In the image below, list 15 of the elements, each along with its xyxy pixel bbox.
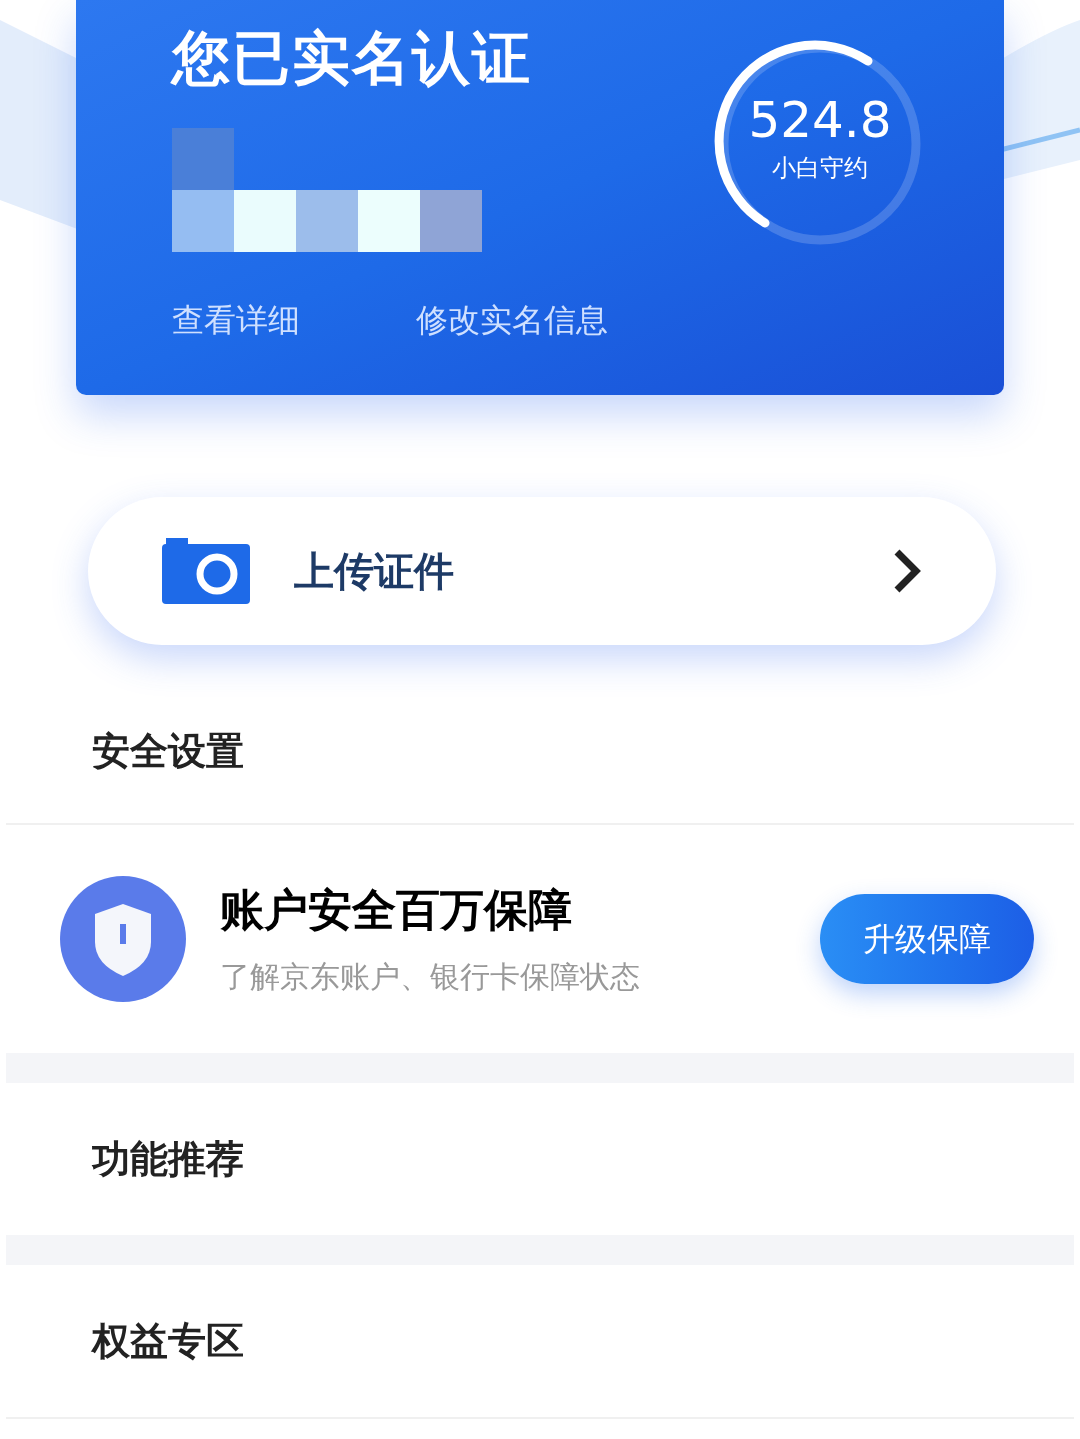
card-link[interactable]: 查看详细 bbox=[172, 296, 300, 344]
score-value: 524.8 bbox=[748, 90, 892, 150]
camera-icon bbox=[162, 536, 250, 606]
chevron-right-icon bbox=[892, 548, 922, 594]
security-title: 账户安全百万保障 bbox=[220, 882, 573, 937]
upload-button[interactable]: 上传证件 bbox=[88, 497, 996, 645]
card-link[interactable]: 修改实名信息 bbox=[416, 296, 608, 344]
upgrade-button[interactable]: 升级保障 bbox=[820, 894, 1034, 984]
section-heading: 安全设置 bbox=[92, 728, 245, 775]
section-heading: 功能推荐 bbox=[92, 1135, 245, 1183]
shield-icon bbox=[60, 876, 186, 1002]
verified-title: 您已实名认证 bbox=[172, 23, 533, 94]
score-label: 小白守约 bbox=[772, 153, 868, 184]
section-heading: 权益专区 bbox=[92, 1317, 245, 1365]
security-subtitle: 了解京东账户、银行卡保障状态 bbox=[220, 957, 641, 996]
